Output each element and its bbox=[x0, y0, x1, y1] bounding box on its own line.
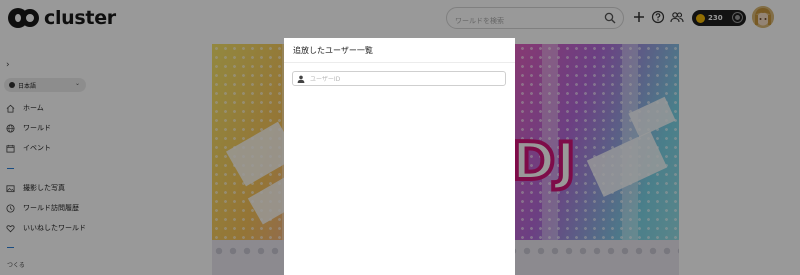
modal-divider bbox=[284, 62, 515, 63]
person-icon bbox=[297, 75, 305, 83]
user-id-field[interactable] bbox=[292, 71, 506, 86]
banned-users-modal: 追放したユーザー一覧 bbox=[284, 38, 515, 275]
modal-title: 追放したユーザー一覧 bbox=[293, 46, 373, 55]
user-id-input[interactable] bbox=[310, 73, 500, 85]
